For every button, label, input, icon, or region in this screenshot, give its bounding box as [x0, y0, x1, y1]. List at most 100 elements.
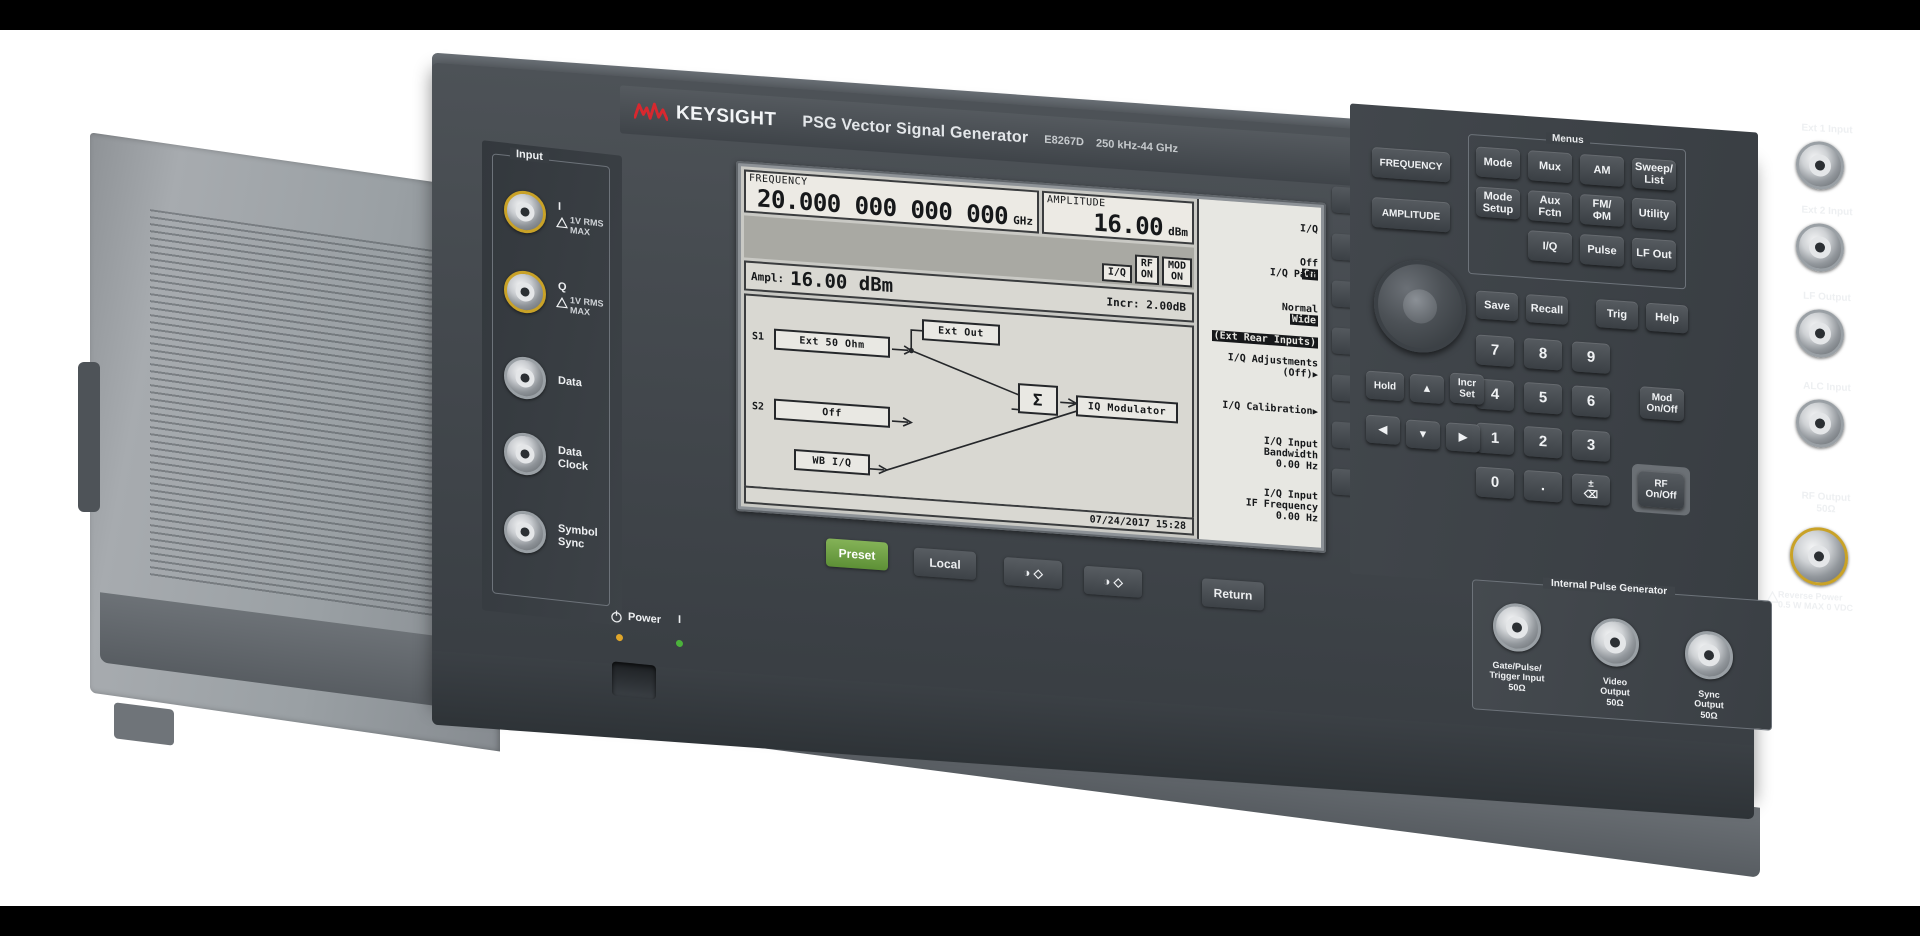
softkey-iq-onoff-title: I/Q — [1299, 223, 1318, 236]
menu-key-iq[interactable]: I/Q — [1528, 230, 1572, 264]
amplitude-field[interactable]: AMPLITUDE 16.00 dBm — [1042, 190, 1194, 245]
arrow-right-key[interactable]: ▶ — [1446, 422, 1480, 453]
amplitude-value: 16.00 — [1093, 208, 1164, 242]
numeric-key-6[interactable]: 6 — [1572, 385, 1610, 419]
lf-output-label: LF Output — [1803, 290, 1851, 305]
frequency-key[interactable]: FREQUENCY — [1372, 146, 1450, 183]
softkey-iq-calibration[interactable]: I/Q Calibration▶ — [1200, 387, 1318, 418]
contrast-increase-button[interactable]: ◑ ◇ — [1084, 565, 1142, 598]
softkey-iq-calibration-label: I/Q Calibration — [1222, 399, 1313, 418]
numeric-key-1[interactable]: 1 — [1476, 422, 1514, 456]
rf-output-label: RF Output 50Ω — [1801, 490, 1851, 515]
video-output-label: Video Output 50Ω — [1600, 675, 1630, 708]
numeric-key-decimal[interactable]: . — [1524, 469, 1562, 503]
menu-key-aux-fctn[interactable]: Aux Fctn — [1528, 190, 1572, 224]
softkey-iq-adjustments-arrow-icon: ▶ — [1312, 370, 1318, 381]
menu-key-mode-setup[interactable]: Mode Setup — [1476, 186, 1520, 220]
softkey-iq-input-if-frequency[interactable]: I/Q Input IF Frequency 0.00 Hz — [1200, 483, 1318, 525]
preset-button[interactable]: Preset — [826, 538, 888, 571]
numeric-key-3[interactable]: 3 — [1572, 429, 1610, 463]
amplitude-key[interactable]: AMPLITUDE — [1372, 196, 1450, 233]
ext-1-input-connector[interactable] — [1796, 140, 1844, 191]
psg-signal-generator: KEYSIGHT PSG Vector Signal Generator E82… — [60, 52, 1860, 878]
amplitude-readout-value: 16.00 dBm — [790, 267, 894, 298]
amplitude-caption: AMPLITUDE — [1047, 194, 1106, 210]
power-switch[interactable] — [612, 661, 656, 700]
signal-path-diagram: S1 Ext 50 Ohm Ext Out S2 Off Σ WB I/Q IQ… — [744, 293, 1194, 518]
mod-on-off-key[interactable]: Mod On/Off — [1640, 386, 1684, 422]
brand-name: KEYSIGHT — [676, 102, 777, 131]
right-keypad-panel: FREQUENCY AMPLITUDE Menus Mode Mux AM Sw… — [1350, 103, 1758, 603]
power-on-symbol: I — [678, 613, 682, 627]
amplitude-unit: dBm — [1168, 224, 1188, 240]
trig-key[interactable]: Trig — [1596, 299, 1638, 331]
internal-pulse-generator-section: Internal Pulse Generator Gate/Pulse/ Tri… — [1472, 577, 1772, 731]
standby-led — [616, 633, 623, 642]
ventilation-grille — [150, 209, 450, 623]
rf-on-indicator-line2: ON — [1140, 268, 1153, 281]
video-output-connector[interactable] — [1591, 616, 1639, 669]
ext-2-input-label: Ext 2 Input — [1801, 204, 1853, 219]
lcd-datetime: 07/24/2017 15:28 — [1089, 513, 1186, 532]
recall-key[interactable]: Recall — [1526, 293, 1568, 326]
connector-symbol-sync-label: Symbol Sync — [558, 522, 598, 551]
alc-input-connector[interactable] — [1796, 398, 1844, 449]
connector-data-label: Data — [558, 374, 582, 390]
right-connector-column: Ext 1 Input Ext 2 Input LF Output ALC In… — [1760, 106, 1900, 633]
diagram-s2-tag: S2 — [752, 401, 765, 413]
mod-on-indicator-line2: ON — [1170, 270, 1183, 283]
softkey-iq-calibration-arrow-icon: ▶ — [1312, 407, 1318, 418]
carry-handle[interactable] — [78, 362, 100, 512]
amplitude-increment-label: Incr: 2.00dB — [1106, 294, 1186, 314]
iq-indicator: I/Q — [1101, 263, 1132, 284]
return-button[interactable]: Return — [1202, 578, 1264, 611]
menu-key-sweep-list[interactable]: Sweep/ List — [1632, 157, 1676, 191]
arrow-left-key[interactable]: ◀ — [1366, 414, 1400, 445]
arrow-down-key[interactable]: ▼ — [1406, 419, 1440, 450]
local-button[interactable]: Local — [914, 547, 976, 580]
help-key[interactable]: Help — [1646, 302, 1688, 334]
mod-on-indicator: MOD ON — [1161, 256, 1192, 288]
softkey-label-column: I/Q Off On I/Q Path Normal Wide (Ext Rea… — [1197, 198, 1321, 548]
softkey-iq-path-wide-option[interactable]: Wide — [1289, 313, 1318, 327]
softkey-iq-adjustments-label: I/Q Adjustments (Off) — [1227, 352, 1318, 381]
amplitude-readout-key: Ampl: — [751, 269, 785, 285]
keysight-wave-logo-icon — [634, 102, 668, 121]
menu-key-pulse[interactable]: Pulse — [1580, 233, 1624, 268]
numeric-key-5[interactable]: 5 — [1524, 381, 1562, 415]
power-symbol-icon — [611, 610, 622, 623]
menu-key-lf-out[interactable]: LF Out — [1632, 237, 1676, 271]
frequency-unit: GHz — [1013, 213, 1033, 229]
plus-minus-backspace-key[interactable]: ± ⌫ — [1572, 473, 1610, 507]
menu-key-am[interactable]: AM — [1580, 153, 1624, 188]
diagram-summer-box: Σ — [1018, 383, 1058, 416]
contrast-decrease-button[interactable]: ◑ ◇ — [1004, 556, 1062, 590]
numeric-key-9[interactable]: 9 — [1572, 341, 1610, 375]
gate-pulse-trigger-input-connector[interactable] — [1493, 601, 1541, 654]
numeric-key-0[interactable]: 0 — [1476, 466, 1514, 500]
softkey-iq-adjustments[interactable]: I/Q Adjustments (Off)▶ — [1200, 339, 1318, 381]
sync-output-connector[interactable] — [1685, 629, 1733, 681]
menu-key-mode[interactable]: Mode — [1476, 146, 1520, 180]
lcd-screen[interactable]: FREQUENCY 20.000 000 000 000 GHz AMPLITU… — [741, 166, 1321, 548]
ext-2-input-connector[interactable] — [1796, 222, 1844, 273]
softkey-iq-input-bandwidth[interactable]: I/Q Input Bandwidth 0.00 Hz — [1200, 431, 1318, 473]
menu-key-fm-phim[interactable]: FM/ ΦM — [1580, 193, 1624, 228]
numeric-key-7[interactable]: 7 — [1476, 334, 1514, 368]
rf-output-connector[interactable] — [1790, 525, 1848, 587]
hold-key[interactable]: Hold — [1366, 370, 1404, 402]
numeric-key-2[interactable]: 2 — [1524, 425, 1562, 459]
lcd-main-area: FREQUENCY 20.000 000 000 000 GHz AMPLITU… — [741, 166, 1197, 539]
menu-key-mux[interactable]: Mux — [1528, 150, 1572, 184]
warning-triangle-icon-q — [556, 296, 568, 309]
save-key[interactable]: Save — [1476, 290, 1518, 322]
rotary-knob[interactable] — [1374, 257, 1466, 356]
warning-triangle-icon — [556, 216, 568, 229]
rf-on-off-key[interactable]: RF On/Off — [1638, 470, 1684, 510]
screenshot-root: KEYSIGHT PSG Vector Signal Generator E82… — [0, 0, 1920, 936]
arrow-up-key[interactable]: ▲ — [1410, 373, 1444, 405]
menu-key-utility[interactable]: Utility — [1632, 197, 1676, 231]
incr-set-key[interactable]: Incr Set — [1450, 372, 1484, 405]
numeric-key-8[interactable]: 8 — [1524, 337, 1562, 371]
lf-output-connector[interactable] — [1796, 308, 1844, 359]
